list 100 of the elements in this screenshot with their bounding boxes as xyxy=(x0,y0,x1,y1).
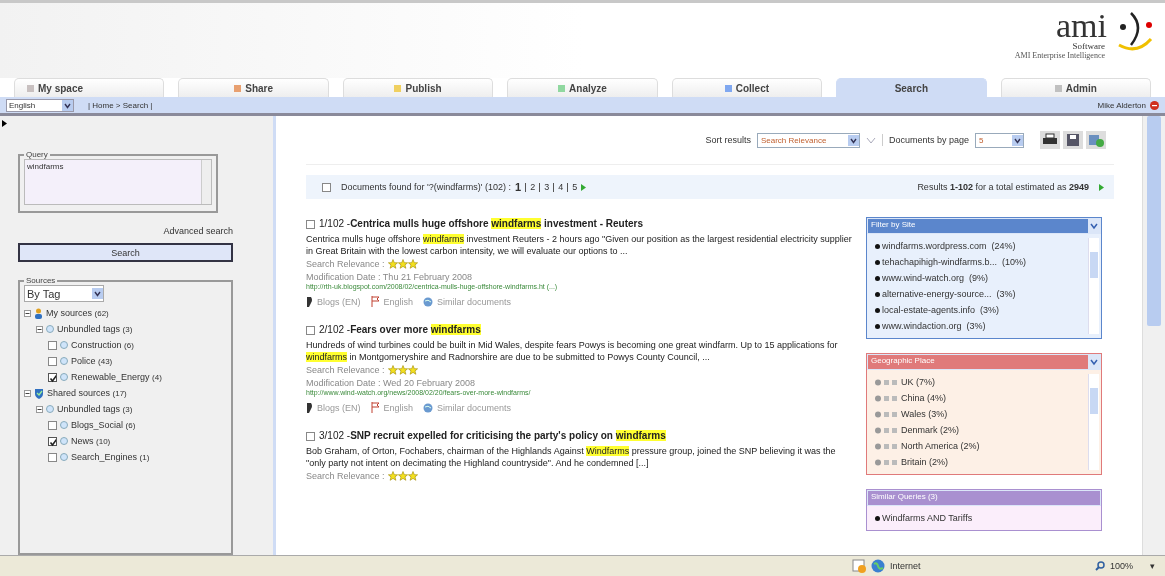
filter-item[interactable]: alternative-energy-source... (3%) xyxy=(882,289,1016,299)
star-icon xyxy=(397,364,408,375)
page-link[interactable]: 2 xyxy=(530,182,536,192)
star-icon xyxy=(387,364,398,375)
documents-found-text: Documents found for '?(windfarms)' (102) : xyxy=(341,182,511,192)
checkbox[interactable] xyxy=(48,372,57,382)
filter-item[interactable]: local-estate-agents.info (3%) xyxy=(882,305,1000,315)
star-icon xyxy=(407,364,418,375)
filter-item[interactable]: Britain (2%) xyxy=(901,457,948,467)
place-actions-icon[interactable] xyxy=(875,378,899,386)
blog-icon xyxy=(306,402,313,413)
dropdown-caret-icon[interactable] xyxy=(62,99,73,111)
expander-icon[interactable] xyxy=(24,309,31,317)
page-link[interactable]: 5 xyxy=(572,182,578,192)
place-actions-icon[interactable] xyxy=(875,458,899,466)
result-checkbox[interactable] xyxy=(306,431,315,441)
tree-label[interactable]: Unbundled tags (3) xyxy=(57,404,133,414)
checkbox[interactable] xyxy=(48,356,57,366)
nav-tab[interactable]: Admin xyxy=(1000,78,1151,97)
filter-item[interactable]: UK (7%) xyxy=(901,377,935,387)
filter-item[interactable]: windfarms.wordpress.com (24%) xyxy=(882,241,1016,251)
filter-item[interactable]: tehachapihigh-windfarms.b... (10%) xyxy=(882,257,1027,267)
language-select[interactable]: English xyxy=(6,98,74,112)
zoom-icon[interactable] xyxy=(1094,561,1105,571)
sources-legend: Sources xyxy=(24,276,58,285)
filter-item[interactable]: www.wind-watch.org (9%) xyxy=(882,273,989,283)
nav-tab[interactable]: Analyze xyxy=(507,78,658,97)
checkbox[interactable] xyxy=(48,340,57,350)
sort-order-icon[interactable] xyxy=(865,136,876,144)
dropdown-caret-icon[interactable] xyxy=(847,134,859,146)
query-legend: Query xyxy=(24,150,50,159)
relevance-label: Search Relevance : xyxy=(306,364,385,375)
tree-label[interactable]: Police (43) xyxy=(71,356,113,366)
expander-icon[interactable] xyxy=(24,389,31,397)
tree-label[interactable]: Blogs_Social (6) xyxy=(71,420,136,430)
advanced-search-link[interactable]: Advanced search xyxy=(163,226,233,236)
per-page-label: Documents by page xyxy=(888,135,969,145)
star-icon xyxy=(407,470,418,481)
expander-icon[interactable] xyxy=(36,325,43,333)
popup-blocker-icon xyxy=(851,559,866,573)
nav-tab[interactable]: Publish xyxy=(342,78,494,97)
page-scrollbar[interactable] xyxy=(1142,116,1165,555)
star-icon xyxy=(397,470,408,481)
filter-item[interactable]: Windfarms AND Tariffs xyxy=(882,513,973,523)
bullet-icon xyxy=(875,307,880,313)
tree-label[interactable]: Unbundled tags (3) xyxy=(57,324,133,334)
logout-icon[interactable] xyxy=(1150,100,1159,110)
save-icon[interactable] xyxy=(1063,131,1083,149)
query-field[interactable]: windfarms xyxy=(24,159,212,205)
place-actions-icon[interactable] xyxy=(875,442,899,450)
tree-label[interactable]: Construction (6) xyxy=(71,340,134,350)
globe-icon xyxy=(870,559,885,573)
nav-tab[interactable]: My space xyxy=(14,78,165,97)
checkbox[interactable] xyxy=(48,452,57,462)
result-title[interactable]: 1/102 -Centrica mulls huge offshore windfarms investment - Reuters xyxy=(319,217,643,231)
bullet-icon xyxy=(875,323,880,329)
source-mode-select[interactable]: By Tag xyxy=(24,285,104,302)
checkbox[interactable] xyxy=(48,436,57,446)
tree-label[interactable]: News (10) xyxy=(71,436,111,446)
search-button[interactable]: Search xyxy=(18,243,233,262)
nav-tab[interactable]: Collect xyxy=(671,78,823,97)
tree-label[interactable]: Renewable_Energy (4) xyxy=(71,372,162,382)
tree-label[interactable]: Shared sources (17) xyxy=(47,388,127,398)
dropdown-caret-icon[interactable] xyxy=(1012,134,1023,146)
next-arrow-icon[interactable] xyxy=(1099,183,1104,191)
filter-item[interactable]: Denmark (2%) xyxy=(901,425,959,435)
place-actions-icon[interactable] xyxy=(875,426,899,434)
sort-select[interactable]: Search Relevance xyxy=(756,132,860,148)
checkbox[interactable] xyxy=(48,420,57,430)
next-arrow-icon[interactable] xyxy=(581,183,587,191)
star-icon xyxy=(397,258,408,269)
zoom-menu[interactable]: ▾ xyxy=(1150,561,1155,571)
zoom-level[interactable]: 100% xyxy=(1109,561,1133,571)
collapse-arrow-icon[interactable] xyxy=(2,120,7,127)
per-page-select[interactable]: 5 xyxy=(975,132,1024,148)
select-all-checkbox[interactable] xyxy=(322,182,331,192)
filter-item[interactable]: North America (2%) xyxy=(901,441,980,451)
panel-title[interactable]: Filter by Site xyxy=(868,219,1088,233)
expander-icon[interactable] xyxy=(36,405,43,413)
security-zone: Internet xyxy=(889,561,922,571)
nav-tab[interactable]: Share xyxy=(178,78,329,97)
tree-label[interactable]: Search_Engines (1) xyxy=(71,452,150,462)
place-actions-icon[interactable] xyxy=(875,410,899,418)
result-checkbox[interactable] xyxy=(306,325,315,335)
result-snippet: Bob Graham, of Orton, Fochabers, chairman of the Highlands Against Windfarms pressure group, joined the SNP believing it was the "only party not intent on decimating the Highland countryside". And he condemned [...] xyxy=(306,445,837,469)
scrollbar[interactable] xyxy=(1088,238,1099,334)
print-icon[interactable] xyxy=(1040,131,1060,149)
page-link[interactable]: 3 xyxy=(544,182,550,192)
dropdown-caret-icon[interactable] xyxy=(92,288,103,299)
tree-label[interactable]: My sources (62) xyxy=(46,308,109,318)
filter-item[interactable]: Wales (3%) xyxy=(901,409,948,419)
globe-icon xyxy=(423,296,434,307)
nav-tab[interactable]: Search xyxy=(836,78,987,97)
page-link[interactable]: 1 xyxy=(515,181,522,193)
result-checkbox[interactable] xyxy=(306,219,315,229)
scrollbar[interactable] xyxy=(1088,374,1099,470)
filter-item[interactable]: China (4%) xyxy=(901,393,947,403)
page-link[interactable]: 4 xyxy=(558,182,564,192)
filter-item[interactable]: www.windaction.org (3%) xyxy=(882,321,986,331)
place-actions-icon[interactable] xyxy=(875,394,899,402)
